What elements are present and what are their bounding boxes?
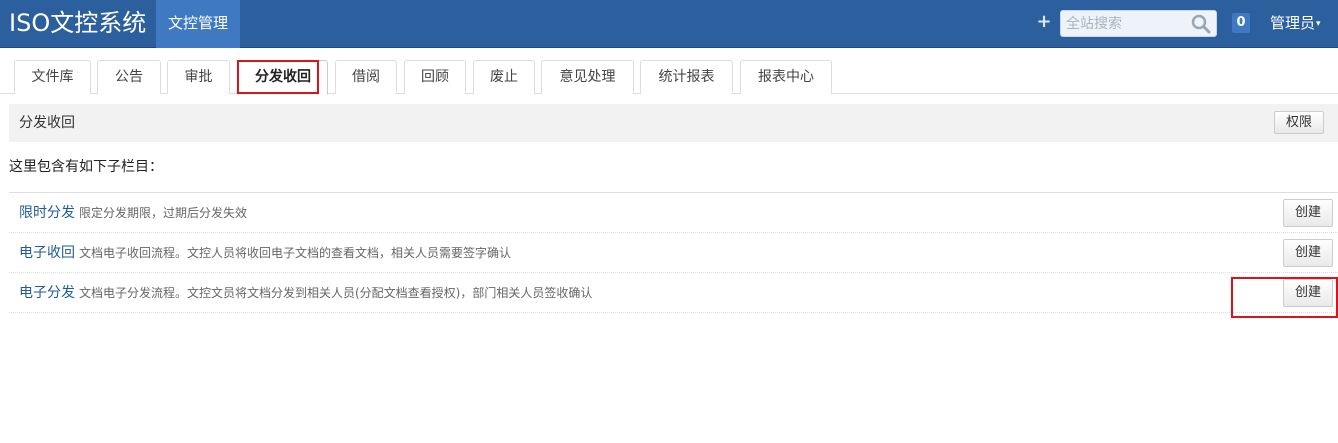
tab-file-library[interactable]: 文件库 — [14, 60, 91, 94]
subsection-list: 限时分发 限定分发期限，过期后分发失效 创建 电子收回 文档电子收回流程。文控人员将… — [9, 192, 1338, 313]
item-title: 限时分发 — [19, 205, 75, 221]
app-brand[interactable]: ISO文控系统 — [9, 7, 146, 39]
list-item: 电子收回 文档电子收回流程。文控人员将收回电子文档的查看文档，相关人员需要签字确认… — [9, 233, 1338, 273]
create-button[interactable]: 创建 — [1283, 239, 1333, 267]
tab-feedback[interactable]: 意见处理 — [541, 60, 634, 94]
tab-bar: 文件库 公告 审批 分发收回 借阅 回顾 废止 意见处理 统计报表 报表中心 — [0, 60, 1338, 95]
item-title-link[interactable]: 电子收回 文档电子收回流程。文控人员将收回电子文档的查看文档，相关人员需要签字确认 — [19, 233, 511, 273]
create-button[interactable]: 创建 — [1283, 279, 1333, 307]
item-title-link[interactable]: 电子分发 文档电子分发流程。文控文员将文档分发到相关人员(分配文档查看授权)，部门… — [19, 273, 592, 313]
tab-label: 公告 — [115, 69, 143, 85]
list-item: 限时分发 限定分发期限，过期后分发失效 创建 — [9, 193, 1338, 233]
plus-icon[interactable]: + — [1034, 12, 1054, 32]
item-title: 电子分发 — [19, 285, 75, 301]
tab-review[interactable]: 回顾 — [404, 60, 466, 94]
tab-announcement[interactable]: 公告 — [97, 60, 161, 94]
search-input[interactable] — [1061, 11, 1189, 36]
user-menu[interactable]: 管理员▾ — [1270, 13, 1321, 34]
tab-label: 报表中心 — [758, 69, 814, 85]
intro-text: 这里包含有如下子栏目： — [9, 159, 163, 175]
tab-label: 回顾 — [421, 69, 449, 85]
chevron-down-icon: ▾ — [1316, 18, 1321, 29]
tab-label: 意见处理 — [559, 69, 616, 85]
tab-label: 文件库 — [31, 69, 74, 85]
user-label: 管理员 — [1270, 14, 1316, 32]
tab-borrow[interactable]: 借阅 — [335, 60, 397, 94]
permission-button[interactable]: 权限 — [1274, 111, 1324, 134]
notification-badge[interactable]: 0 — [1232, 13, 1250, 33]
tab-statistics[interactable]: 统计报表 — [640, 60, 733, 94]
tab-label: 分发收回 — [255, 69, 311, 85]
nav-item-document-control[interactable]: 文控管理 — [156, 0, 240, 48]
tab-label: 审批 — [184, 69, 213, 85]
tab-abolish[interactable]: 废止 — [473, 60, 535, 94]
create-button[interactable]: 创建 — [1283, 199, 1333, 227]
item-description: 限定分发期限，过期后分发失效 — [79, 206, 248, 220]
top-navbar: ISO文控系统 文控管理 + 0 管理员▾ — [0, 0, 1338, 48]
tab-approval[interactable]: 审批 — [167, 60, 230, 94]
tab-label: 废止 — [490, 69, 518, 85]
item-description: 文档电子收回流程。文控人员将收回电子文档的查看文档，相关人员需要签字确认 — [79, 246, 512, 260]
panel-title: 分发收回 — [19, 115, 75, 131]
item-title-link[interactable]: 限时分发 限定分发期限，过期后分发失效 — [19, 193, 247, 233]
item-title: 电子收回 — [19, 245, 75, 261]
tab-distribute-recall[interactable]: 分发收回 — [238, 60, 328, 95]
tab-label: 统计报表 — [658, 69, 715, 85]
search-box — [1060, 10, 1217, 37]
tab-label: 借阅 — [352, 69, 380, 85]
search-icon[interactable] — [1191, 14, 1211, 34]
item-description: 文档电子分发流程。文控文员将文档分发到相关人员(分配文档查看授权)，部门相关人员… — [79, 286, 593, 300]
tab-report-center[interactable]: 报表中心 — [740, 60, 832, 94]
list-item: 电子分发 文档电子分发流程。文控文员将文档分发到相关人员(分配文档查看授权)，部门… — [9, 273, 1338, 313]
panel-header: 分发收回 权限 — [9, 104, 1338, 142]
